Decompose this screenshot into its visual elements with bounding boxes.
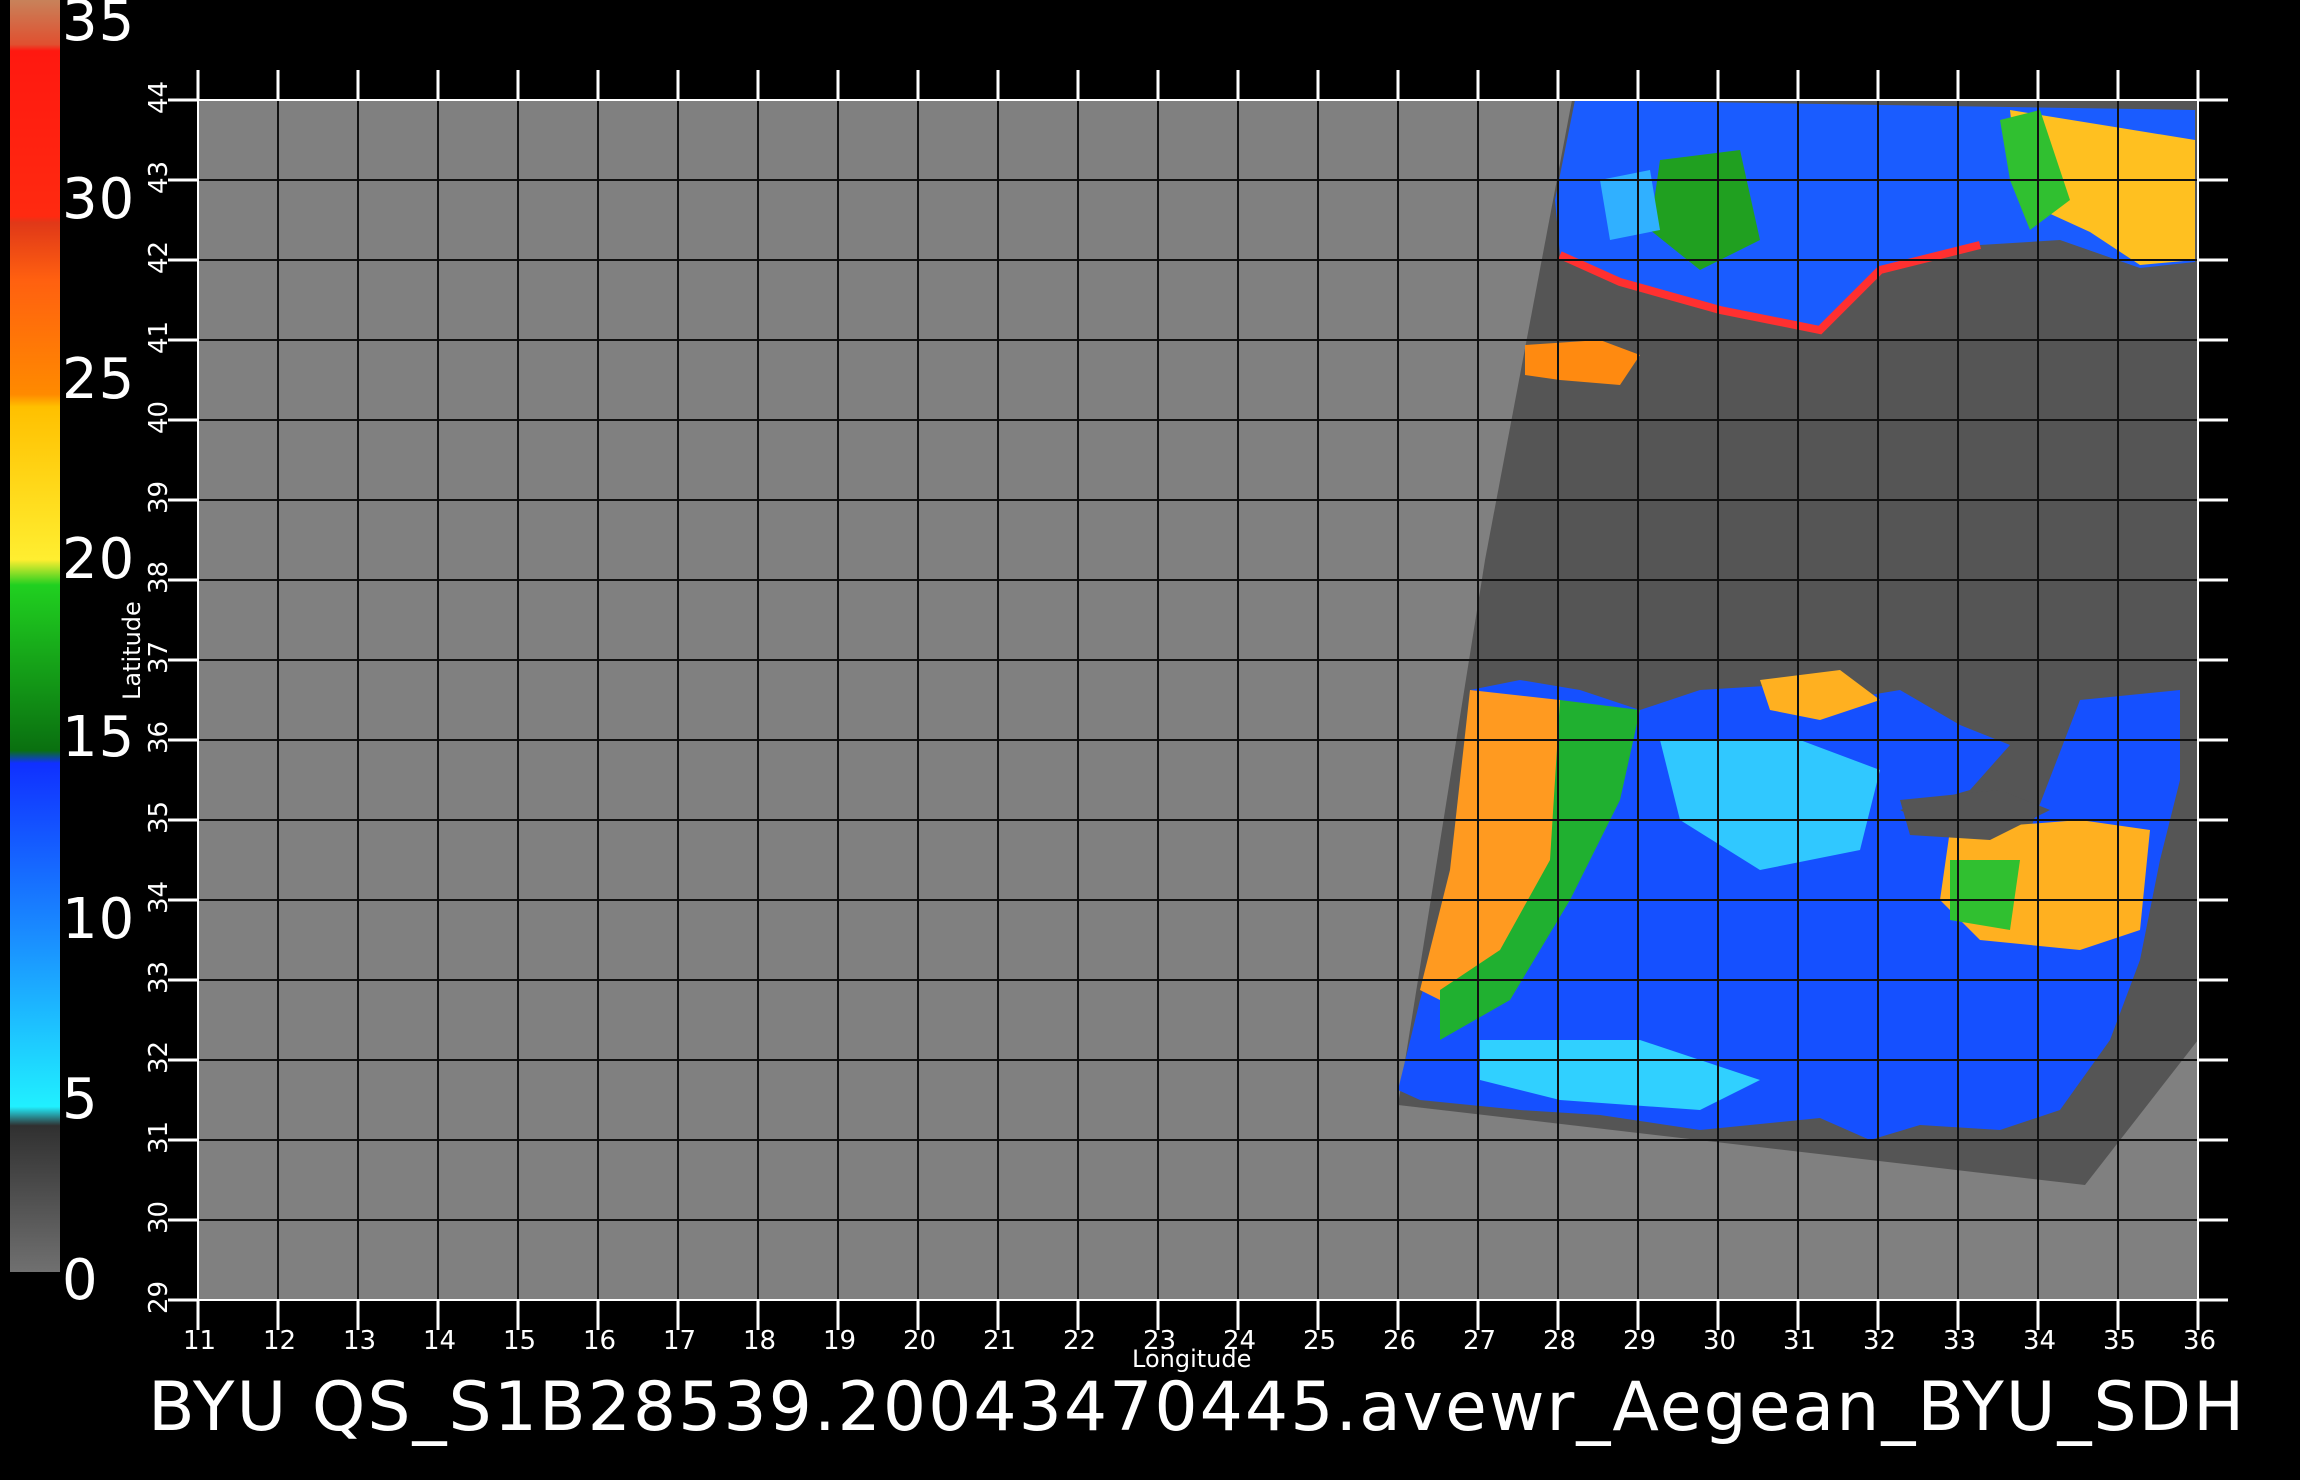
y-tick-label: 31 [144,1120,174,1154]
x-tick-label: 17 [663,1326,697,1356]
product-title: BYU QS_S1B28539.20043470445.avewr_Aegean… [148,1368,2247,1447]
mediterranean-east-green [1950,860,2020,930]
x-tick-label: 11 [183,1326,217,1356]
x-tick-label: 33 [1943,1326,1977,1356]
x-tick-label: 13 [343,1326,377,1356]
y-tick-label: 40 [144,400,174,434]
y-tick-label: 34 [144,880,174,914]
y-tick-label: 33 [144,960,174,994]
y-tick-label: 30 [144,1200,174,1234]
y-tick-label: 39 [144,480,174,514]
y-tick-label: 29 [144,1280,174,1314]
wind-speed-map [168,70,2228,1330]
y-tick-label: 42 [144,240,174,274]
y-tick-label: 36 [144,720,174,754]
x-tick-label: 36 [2183,1326,2217,1356]
x-tick-label: 20 [903,1326,937,1356]
x-tick-label: 22 [1063,1326,1097,1356]
x-tick-label: 30 [1703,1326,1737,1356]
y-tick-label: 43 [144,160,174,194]
y-axis-label: Latitude [118,601,146,700]
y-tick-label: 32 [144,1040,174,1074]
x-tick-label: 21 [983,1326,1017,1356]
x-tick-label: 25 [1303,1326,1337,1356]
x-tick-label: 35 [2103,1326,2137,1356]
y-tick-label: 44 [144,80,174,114]
x-tick-label: 19 [823,1326,857,1356]
x-tick-label: 34 [2023,1326,2057,1356]
x-tick-label: 15 [503,1326,537,1356]
x-tick-label: 18 [743,1326,777,1356]
x-tick-label: 16 [583,1326,617,1356]
x-tick-label: 27 [1463,1326,1497,1356]
wind-map-figure: 35 30 25 20 15 10 5 0 11 12 13 14 15 16 17 18 19… [0,0,2300,1480]
y-tick-label: 35 [144,800,174,834]
x-tick-label: 26 [1383,1326,1417,1356]
y-tick-label: 37 [144,640,174,674]
x-tick-label: 29 [1623,1326,1657,1356]
x-tick-label: 32 [1863,1326,1897,1356]
x-tick-label: 28 [1543,1326,1577,1356]
y-tick-label: 38 [144,560,174,594]
y-tick-label: 41 [144,320,174,354]
x-tick-label: 12 [263,1326,297,1356]
x-tick-label: 31 [1783,1326,1817,1356]
x-tick-label: 14 [423,1326,457,1356]
